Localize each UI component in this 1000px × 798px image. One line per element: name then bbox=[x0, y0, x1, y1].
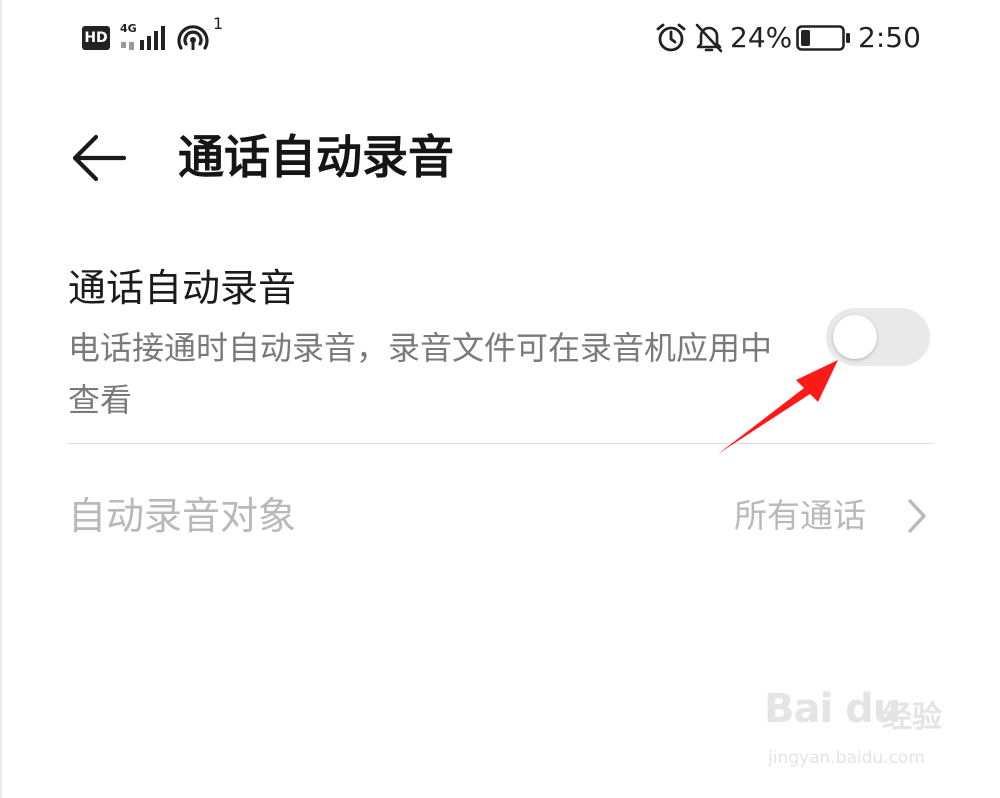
battery-percent: 24% bbox=[730, 21, 793, 54]
page-title: 通话自动录音 bbox=[178, 130, 454, 184]
record-target-label: 自动录音对象 bbox=[68, 494, 297, 538]
auto-record-title: 通话自动录音 bbox=[68, 266, 297, 310]
clock: 2:50 bbox=[858, 21, 921, 54]
signal-icon bbox=[121, 26, 165, 50]
record-target-value: 所有通话 bbox=[734, 496, 866, 535]
hotspot-count: 1 bbox=[213, 14, 224, 33]
back-button[interactable] bbox=[66, 128, 130, 188]
bell-off-icon bbox=[695, 23, 723, 53]
status-bar: HD 4G 1 24% 2:50 bbox=[0, 0, 1000, 78]
watermark-product: 经验 bbox=[882, 700, 942, 735]
watermark-url: jingyan.baidu.com bbox=[768, 748, 925, 768]
chevron-right-icon bbox=[908, 499, 926, 533]
arrow-left-icon bbox=[72, 134, 127, 182]
hd-badge: HD bbox=[82, 26, 110, 50]
baidu-jingyan-watermark: Bai du 经验 jingyan.baidu.com bbox=[760, 682, 960, 782]
watermark-brand: Bai du bbox=[764, 686, 901, 732]
record-target-row[interactable]: 自动录音对象 所有通话 bbox=[0, 474, 1000, 558]
alarm-icon bbox=[656, 23, 686, 52]
hotspot-icon bbox=[177, 25, 209, 50]
left-border bbox=[0, 0, 2, 798]
annotation-arrow bbox=[718, 360, 838, 454]
battery-icon bbox=[796, 25, 850, 51]
auto-record-description: 电话接通时自动录音，录音文件可在录音机应用中查看 bbox=[68, 329, 773, 419]
